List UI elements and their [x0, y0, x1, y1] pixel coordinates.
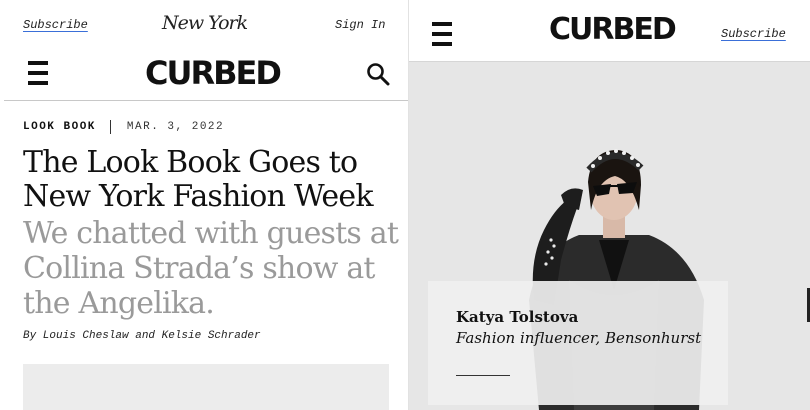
subscribe-link[interactable]: Subscribe	[23, 18, 88, 32]
caption-rule	[456, 375, 510, 376]
curbed-logo[interactable]: CURBED	[549, 12, 677, 47]
article-byline: By Louis Cheslaw and Kelsie Schrader	[23, 330, 261, 342]
nav-bar: CURBED	[4, 50, 408, 101]
caption-name: Katya Tolstova	[456, 308, 579, 326]
slideshow-header: CURBED Subscribe	[409, 0, 810, 62]
rubric-link[interactable]: LOOK BOOK	[23, 121, 96, 133]
caption-description: Fashion influencer, Bensonhurst	[456, 329, 702, 347]
hamburger-icon[interactable]	[28, 61, 48, 85]
top-bar: Subscribe New York Sign In	[0, 0, 408, 50]
search-icon[interactable]	[366, 62, 390, 86]
hamburger-icon[interactable]	[432, 22, 452, 46]
article-headline: The Look Book Goes to New York Fashion W…	[23, 145, 374, 214]
article-kicker: LOOK BOOK MAR. 3, 2022	[23, 120, 224, 134]
curbed-logo[interactable]: CURBED	[145, 54, 282, 92]
publish-date: MAR. 3, 2022	[126, 121, 225, 133]
subscribe-link[interactable]: Subscribe	[721, 27, 786, 41]
lead-image-placeholder	[23, 364, 389, 410]
kicker-divider	[109, 120, 111, 134]
photo-caption: Katya Tolstova Fashion influencer, Benso…	[428, 281, 728, 405]
slideshow-pane: CURBED Subscribe Katya Tolstova Fashion …	[409, 0, 810, 410]
article-pane: Subscribe New York Sign In CURBED LOOK B…	[0, 0, 408, 410]
new-york-logo[interactable]: New York	[162, 12, 248, 34]
article-dek: We chatted with guests at Collina Strada…	[23, 216, 399, 321]
sign-in-link[interactable]: Sign In	[335, 18, 385, 32]
